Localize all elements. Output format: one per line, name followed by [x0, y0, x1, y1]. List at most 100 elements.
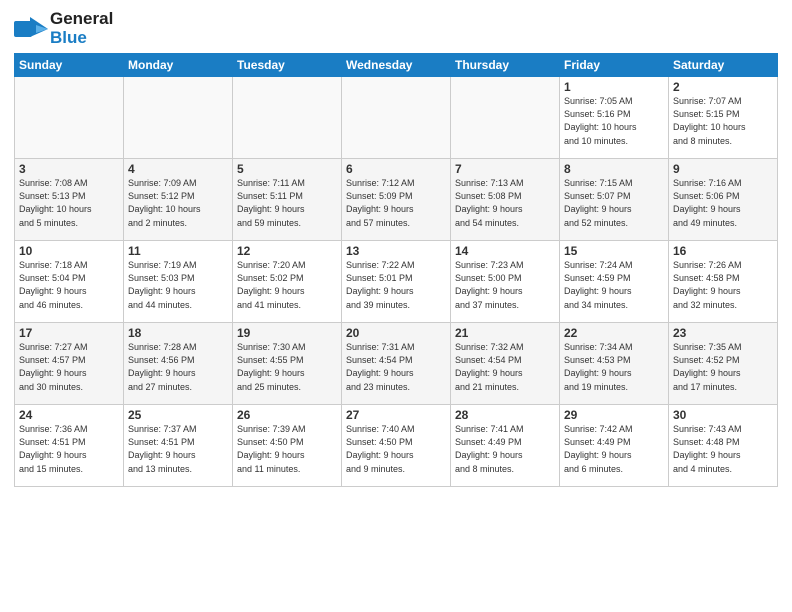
day-info: Sunrise: 7:34 AM Sunset: 4:53 PM Dayligh…: [564, 341, 664, 393]
calendar-cell: 23Sunrise: 7:35 AM Sunset: 4:52 PM Dayli…: [669, 323, 778, 405]
day-number: 12: [237, 244, 337, 258]
day-info: Sunrise: 7:36 AM Sunset: 4:51 PM Dayligh…: [19, 423, 119, 475]
day-number: 9: [673, 162, 773, 176]
day-number: 23: [673, 326, 773, 340]
weekday-header: Tuesday: [233, 54, 342, 77]
calendar-cell: 1Sunrise: 7:05 AM Sunset: 5:16 PM Daylig…: [560, 77, 669, 159]
day-info: Sunrise: 7:27 AM Sunset: 4:57 PM Dayligh…: [19, 341, 119, 393]
calendar-cell: 29Sunrise: 7:42 AM Sunset: 4:49 PM Dayli…: [560, 405, 669, 487]
weekday-header: Sunday: [15, 54, 124, 77]
day-number: 6: [346, 162, 446, 176]
calendar-cell: 6Sunrise: 7:12 AM Sunset: 5:09 PM Daylig…: [342, 159, 451, 241]
day-info: Sunrise: 7:37 AM Sunset: 4:51 PM Dayligh…: [128, 423, 228, 475]
day-number: 28: [455, 408, 555, 422]
day-number: 27: [346, 408, 446, 422]
day-number: 4: [128, 162, 228, 176]
day-number: 24: [19, 408, 119, 422]
day-info: Sunrise: 7:16 AM Sunset: 5:06 PM Dayligh…: [673, 177, 773, 229]
day-info: Sunrise: 7:42 AM Sunset: 4:49 PM Dayligh…: [564, 423, 664, 475]
day-info: Sunrise: 7:35 AM Sunset: 4:52 PM Dayligh…: [673, 341, 773, 393]
day-info: Sunrise: 7:23 AM Sunset: 5:00 PM Dayligh…: [455, 259, 555, 311]
calendar-cell: [451, 77, 560, 159]
header-row: General Blue: [14, 10, 778, 47]
calendar-table: SundayMondayTuesdayWednesdayThursdayFrid…: [14, 53, 778, 487]
day-info: Sunrise: 7:19 AM Sunset: 5:03 PM Dayligh…: [128, 259, 228, 311]
calendar-cell: 22Sunrise: 7:34 AM Sunset: 4:53 PM Dayli…: [560, 323, 669, 405]
weekday-header: Monday: [124, 54, 233, 77]
calendar-cell: 16Sunrise: 7:26 AM Sunset: 4:58 PM Dayli…: [669, 241, 778, 323]
day-info: Sunrise: 7:09 AM Sunset: 5:12 PM Dayligh…: [128, 177, 228, 229]
calendar-cell: 17Sunrise: 7:27 AM Sunset: 4:57 PM Dayli…: [15, 323, 124, 405]
calendar-cell: 25Sunrise: 7:37 AM Sunset: 4:51 PM Dayli…: [124, 405, 233, 487]
day-info: Sunrise: 7:11 AM Sunset: 5:11 PM Dayligh…: [237, 177, 337, 229]
day-info: Sunrise: 7:26 AM Sunset: 4:58 PM Dayligh…: [673, 259, 773, 311]
calendar-cell: [15, 77, 124, 159]
main-container: General Blue SundayMondayTuesdayWednesda…: [0, 0, 792, 612]
calendar-cell: [342, 77, 451, 159]
weekday-header: Friday: [560, 54, 669, 77]
calendar-cell: 14Sunrise: 7:23 AM Sunset: 5:00 PM Dayli…: [451, 241, 560, 323]
calendar-cell: 5Sunrise: 7:11 AM Sunset: 5:11 PM Daylig…: [233, 159, 342, 241]
day-number: 7: [455, 162, 555, 176]
calendar-cell: 21Sunrise: 7:32 AM Sunset: 4:54 PM Dayli…: [451, 323, 560, 405]
day-number: 25: [128, 408, 228, 422]
calendar-cell: 28Sunrise: 7:41 AM Sunset: 4:49 PM Dayli…: [451, 405, 560, 487]
logo: General Blue: [14, 10, 113, 47]
day-info: Sunrise: 7:31 AM Sunset: 4:54 PM Dayligh…: [346, 341, 446, 393]
day-info: Sunrise: 7:18 AM Sunset: 5:04 PM Dayligh…: [19, 259, 119, 311]
calendar-cell: [124, 77, 233, 159]
calendar-cell: 9Sunrise: 7:16 AM Sunset: 5:06 PM Daylig…: [669, 159, 778, 241]
day-number: 3: [19, 162, 119, 176]
day-number: 14: [455, 244, 555, 258]
day-info: Sunrise: 7:24 AM Sunset: 4:59 PM Dayligh…: [564, 259, 664, 311]
weekday-header: Saturday: [669, 54, 778, 77]
day-number: 2: [673, 80, 773, 94]
calendar-cell: 8Sunrise: 7:15 AM Sunset: 5:07 PM Daylig…: [560, 159, 669, 241]
calendar-cell: 26Sunrise: 7:39 AM Sunset: 4:50 PM Dayli…: [233, 405, 342, 487]
calendar-cell: 3Sunrise: 7:08 AM Sunset: 5:13 PM Daylig…: [15, 159, 124, 241]
calendar-cell: 13Sunrise: 7:22 AM Sunset: 5:01 PM Dayli…: [342, 241, 451, 323]
day-info: Sunrise: 7:40 AM Sunset: 4:50 PM Dayligh…: [346, 423, 446, 475]
day-info: Sunrise: 7:43 AM Sunset: 4:48 PM Dayligh…: [673, 423, 773, 475]
calendar-cell: 19Sunrise: 7:30 AM Sunset: 4:55 PM Dayli…: [233, 323, 342, 405]
day-info: Sunrise: 7:41 AM Sunset: 4:49 PM Dayligh…: [455, 423, 555, 475]
day-info: Sunrise: 7:32 AM Sunset: 4:54 PM Dayligh…: [455, 341, 555, 393]
day-info: Sunrise: 7:30 AM Sunset: 4:55 PM Dayligh…: [237, 341, 337, 393]
day-info: Sunrise: 7:13 AM Sunset: 5:08 PM Dayligh…: [455, 177, 555, 229]
calendar-cell: 12Sunrise: 7:20 AM Sunset: 5:02 PM Dayli…: [233, 241, 342, 323]
day-info: Sunrise: 7:28 AM Sunset: 4:56 PM Dayligh…: [128, 341, 228, 393]
day-number: 11: [128, 244, 228, 258]
day-info: Sunrise: 7:12 AM Sunset: 5:09 PM Dayligh…: [346, 177, 446, 229]
day-number: 15: [564, 244, 664, 258]
calendar-cell: 11Sunrise: 7:19 AM Sunset: 5:03 PM Dayli…: [124, 241, 233, 323]
logo-icon: [14, 15, 48, 43]
day-info: Sunrise: 7:07 AM Sunset: 5:15 PM Dayligh…: [673, 95, 773, 147]
weekday-header: Wednesday: [342, 54, 451, 77]
day-number: 10: [19, 244, 119, 258]
day-info: Sunrise: 7:20 AM Sunset: 5:02 PM Dayligh…: [237, 259, 337, 311]
calendar-week-row: 1Sunrise: 7:05 AM Sunset: 5:16 PM Daylig…: [15, 77, 778, 159]
day-number: 19: [237, 326, 337, 340]
day-info: Sunrise: 7:39 AM Sunset: 4:50 PM Dayligh…: [237, 423, 337, 475]
weekday-header: Thursday: [451, 54, 560, 77]
calendar-cell: 20Sunrise: 7:31 AM Sunset: 4:54 PM Dayli…: [342, 323, 451, 405]
day-number: 29: [564, 408, 664, 422]
calendar-cell: 24Sunrise: 7:36 AM Sunset: 4:51 PM Dayli…: [15, 405, 124, 487]
logo-line2: Blue: [50, 29, 113, 48]
day-number: 5: [237, 162, 337, 176]
day-number: 17: [19, 326, 119, 340]
day-number: 20: [346, 326, 446, 340]
day-number: 13: [346, 244, 446, 258]
calendar-week-row: 3Sunrise: 7:08 AM Sunset: 5:13 PM Daylig…: [15, 159, 778, 241]
logo-line1: General: [50, 10, 113, 29]
calendar-week-row: 24Sunrise: 7:36 AM Sunset: 4:51 PM Dayli…: [15, 405, 778, 487]
calendar-cell: 4Sunrise: 7:09 AM Sunset: 5:12 PM Daylig…: [124, 159, 233, 241]
calendar-cell: 15Sunrise: 7:24 AM Sunset: 4:59 PM Dayli…: [560, 241, 669, 323]
calendar-week-row: 17Sunrise: 7:27 AM Sunset: 4:57 PM Dayli…: [15, 323, 778, 405]
calendar-cell: 10Sunrise: 7:18 AM Sunset: 5:04 PM Dayli…: [15, 241, 124, 323]
calendar-cell: 2Sunrise: 7:07 AM Sunset: 5:15 PM Daylig…: [669, 77, 778, 159]
calendar-week-row: 10Sunrise: 7:18 AM Sunset: 5:04 PM Dayli…: [15, 241, 778, 323]
day-info: Sunrise: 7:22 AM Sunset: 5:01 PM Dayligh…: [346, 259, 446, 311]
day-number: 8: [564, 162, 664, 176]
day-number: 26: [237, 408, 337, 422]
